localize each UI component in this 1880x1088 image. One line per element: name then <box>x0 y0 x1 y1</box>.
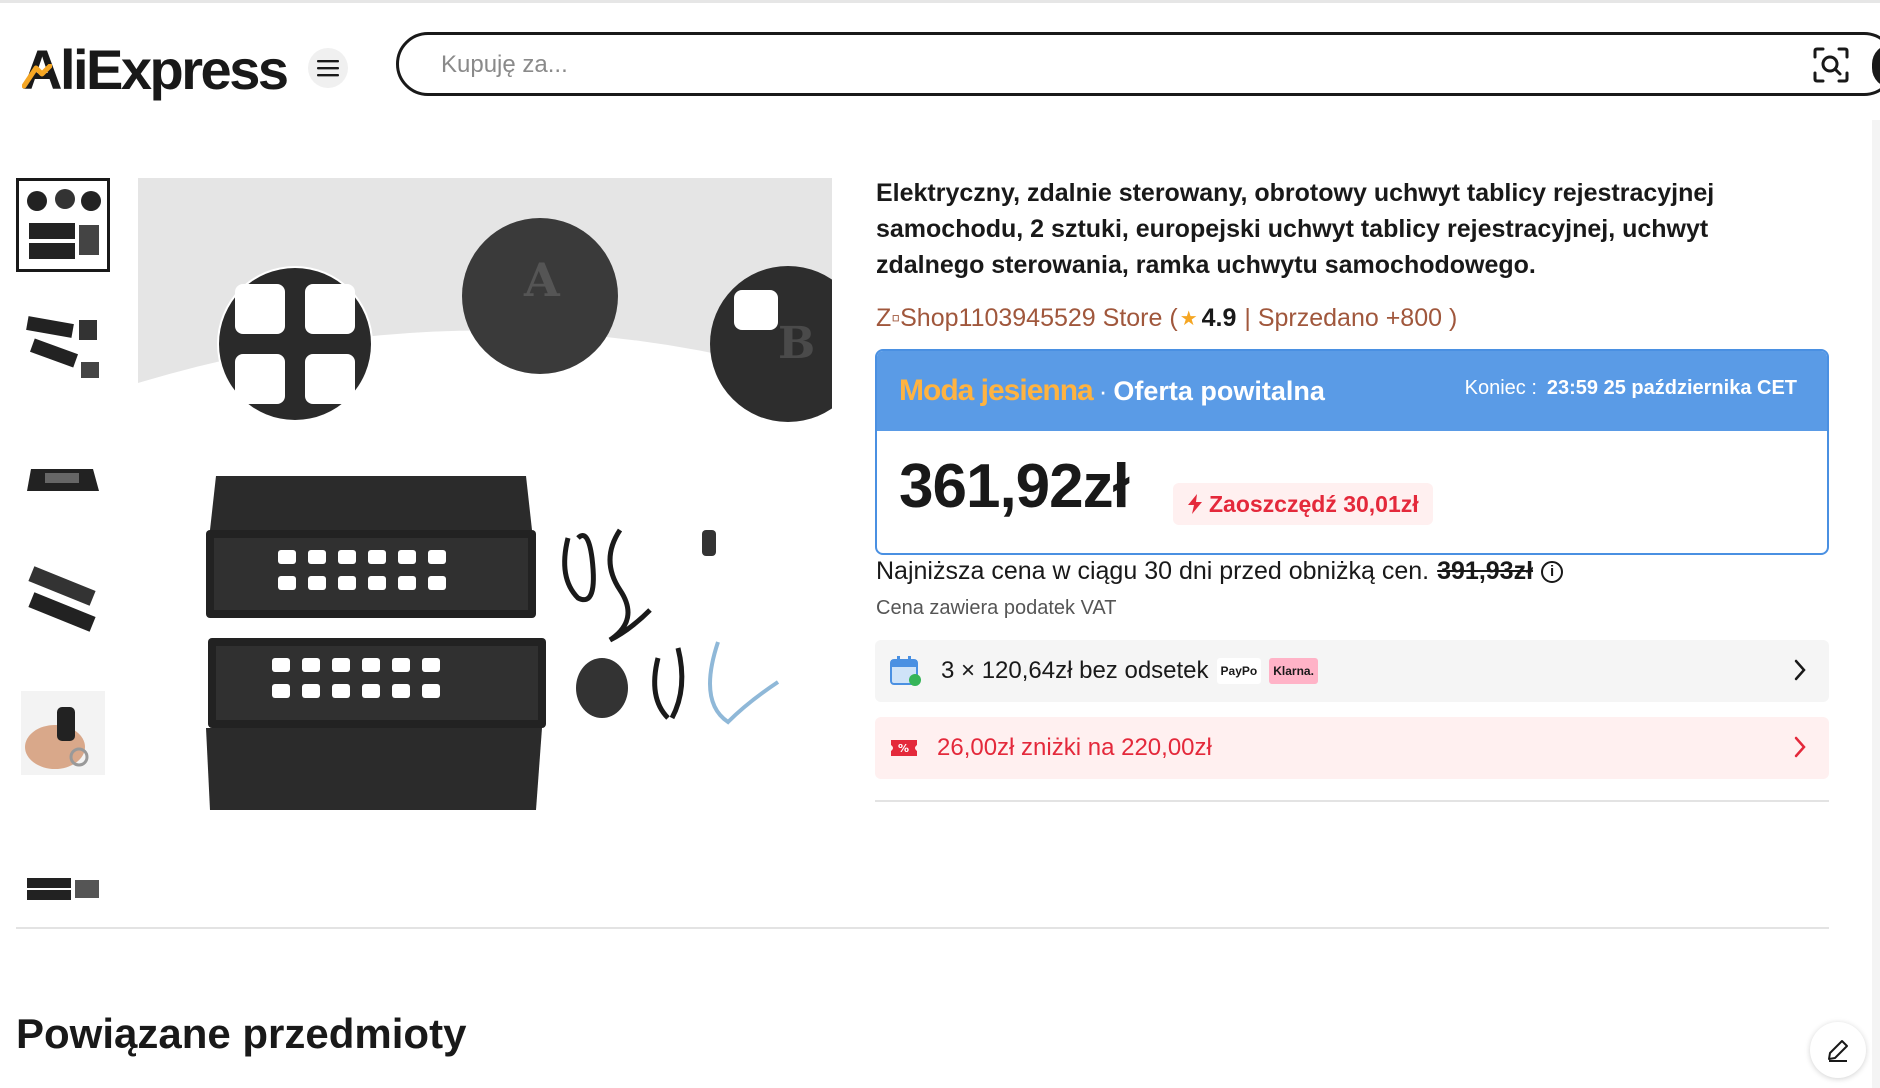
coupon-icon: % <box>891 740 917 756</box>
remote-control <box>702 530 716 556</box>
svg-text:B: B <box>778 318 815 369</box>
svg-text:%: % <box>898 742 909 755</box>
chevron-right-icon <box>1794 736 1806 758</box>
top-border <box>0 0 1880 3</box>
klarna-logo: Klarna. <box>1269 658 1318 684</box>
lightning-icon <box>1188 494 1202 514</box>
search-bar[interactable] <box>396 32 1880 96</box>
savings-text: Zaoszczędź 30,01zł <box>1209 490 1419 517</box>
promo-fashion-label: Moda jesienna <box>899 374 1094 407</box>
store-line[interactable]: Z▫Shop1103945529 Store ( ★ 4.9 | Sprzeda… <box>876 304 1457 333</box>
plate-holder-bottom <box>206 638 546 810</box>
thumbnail-5[interactable] <box>16 686 110 780</box>
thumbnail-3[interactable] <box>16 432 110 526</box>
product-thumbnail-image <box>21 691 105 775</box>
promo-end-value: 23:59 25 października CET <box>1546 377 1797 399</box>
main-product-image[interactable]: A B <box>138 178 832 828</box>
plate-holder-top <box>206 476 536 618</box>
feedback-button[interactable] <box>1810 1022 1866 1078</box>
promo-end-time: Koniec : 23:59 25 października CET <box>1465 377 1797 400</box>
thumbnail-1[interactable] <box>16 178 110 272</box>
store-rating: 4.9 <box>1201 304 1237 332</box>
promo-offer-label: Oferta powitalna <box>1113 375 1325 406</box>
product-thumbnail-image <box>27 189 101 259</box>
scrollbar-track[interactable] <box>1872 120 1880 1088</box>
product-thumbnail-image <box>27 878 99 900</box>
installments-row[interactable]: 3 × 120,64zł bez odsetek PayPo Klarna. <box>875 640 1829 702</box>
coupon-text: 26,00zł zniżki na 220,00zł <box>937 734 1212 761</box>
thumbnail-2[interactable] <box>16 305 110 399</box>
logo-text: AliExpress <box>22 37 289 101</box>
promo-end-label: Koniec : <box>1464 377 1537 399</box>
lowest-price-text: Najniższa cena w ciągu 30 dni przed obni… <box>876 557 1430 585</box>
thumbnail-6[interactable] <box>16 813 110 907</box>
product-thumbnail-image <box>27 469 99 491</box>
detail-circle-middle: A <box>462 218 618 374</box>
installments-text: 3 × 120,64zł bez odsetek <box>941 657 1209 684</box>
star-icon: ★ <box>1179 308 1198 330</box>
calendar-icon <box>890 656 921 686</box>
divider <box>16 927 1829 929</box>
paypo-logo: PayPo <box>1216 658 1262 684</box>
detail-circle-left <box>217 266 373 422</box>
promo-box: Moda jesienna · Oferta powitalna Koniec … <box>875 349 1829 555</box>
base-unit <box>576 658 628 718</box>
thumbnail-list <box>16 178 114 940</box>
menu-icon <box>317 60 339 77</box>
thumbnail-4[interactable] <box>16 559 110 653</box>
related-items-heading: Powiązane przedmioty <box>16 1010 467 1057</box>
savings-badge: Zaoszczędź 30,01zł <box>1173 483 1433 525</box>
coupon-row[interactable]: % 26,00zł zniżki na 220,00zł <box>875 717 1829 779</box>
logo-mark-icon <box>22 64 52 89</box>
promo-separator: · <box>1098 375 1108 406</box>
product-thumbnail-image <box>26 316 99 378</box>
old-price: 391,93zł <box>1437 557 1534 585</box>
aliexpress-logo[interactable]: AliExpress <box>22 34 289 104</box>
menu-button[interactable] <box>308 48 348 88</box>
pencil-icon <box>1828 1040 1848 1062</box>
store-name[interactable]: Z▫Shop1103945529 Store ( <box>876 304 1178 333</box>
info-icon[interactable]: i <box>1541 560 1564 583</box>
camera-search-icon[interactable] <box>1812 46 1850 84</box>
svg-text:A: A <box>523 253 561 307</box>
promo-header: Moda jesienna · Oferta powitalna Koniec … <box>877 351 1827 431</box>
vat-note: Cena zawiera podatek VAT <box>876 597 1117 619</box>
product-thumbnail-image <box>28 566 96 632</box>
divider <box>875 800 1829 802</box>
product-title: Elektryczny, zdalnie sterowany, obrotowy… <box>876 179 1715 279</box>
current-price: 361,92zł <box>899 452 1130 521</box>
lowest-price-note: Najniższa cena w ciągu 30 dni przed obni… <box>876 557 1564 586</box>
chevron-right-icon <box>1794 659 1806 681</box>
search-input[interactable] <box>439 45 1743 85</box>
sold-count: | Sprzedano +800 ) <box>1244 304 1458 332</box>
